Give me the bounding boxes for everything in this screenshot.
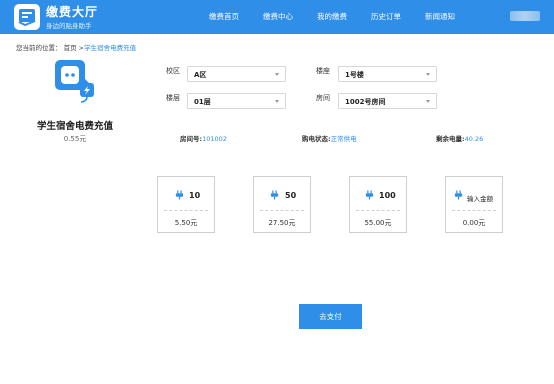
- power-status-value: 正常供电: [330, 135, 357, 143]
- chevron-down-icon: [426, 73, 430, 76]
- chevron-down-icon: [275, 73, 279, 76]
- campus-select-value: A区: [194, 71, 207, 79]
- nav-item-my-payments[interactable]: 我的缴费: [317, 11, 347, 22]
- app-logo[interactable]: [14, 4, 40, 30]
- floor-label: 楼层: [166, 94, 180, 102]
- room-select[interactable]: 1002号房间: [338, 93, 437, 109]
- breadcrumb-prefix: 您当前的位置：: [16, 44, 62, 52]
- breadcrumb-current: 学生宿舍电费充值: [84, 44, 137, 52]
- room-number-value: 101002: [202, 135, 227, 143]
- room-label: 房间: [316, 94, 330, 102]
- pay-button[interactable]: 去支付: [299, 304, 362, 329]
- product-unit-price: 0.55元: [63, 135, 87, 143]
- plug-icon: [365, 190, 374, 200]
- amount-value: 50: [285, 191, 297, 200]
- amount-price: 55.00元: [364, 219, 392, 227]
- amount-price: 5.50元: [174, 219, 198, 227]
- nav-item-news[interactable]: 新闻通知: [425, 11, 455, 22]
- breadcrumb: 您当前的位置： 首页 >学生宿舍电费充值: [16, 42, 136, 52]
- card-divider: [260, 210, 304, 211]
- floor-select-value: 01层: [194, 98, 211, 106]
- chevron-down-icon: [426, 100, 430, 103]
- card-divider: [356, 210, 400, 211]
- room-number-label: 房间号:: [180, 135, 203, 143]
- breadcrumb-home[interactable]: 首页: [64, 44, 77, 52]
- amount-option-card[interactable]: 10 5.50元: [157, 176, 215, 233]
- campus-select[interactable]: A区: [187, 66, 286, 82]
- nav-item-order-history[interactable]: 历史订单: [371, 11, 401, 22]
- amount-price: 0.00元: [462, 219, 486, 227]
- app-title: 缴费大厅: [46, 5, 99, 19]
- building-select-value: 1号楼: [345, 71, 364, 79]
- power-status-info: 购电状态:正常供电: [302, 133, 357, 143]
- app-subtitle: 身边的贴身助手: [46, 22, 92, 30]
- top-header: 缴费大厅 身边的贴身助手 缴费首页 缴费中心 我的缴费 历史订单 新闻通知: [0, 0, 554, 34]
- floor-select[interactable]: 01层: [187, 93, 286, 109]
- nav-item-payment-center[interactable]: 缴费中心: [263, 11, 293, 22]
- amount-option-card[interactable]: 50 27.50元: [253, 176, 311, 233]
- amount-value: 100: [379, 191, 396, 200]
- chevron-down-icon: [275, 100, 279, 103]
- custom-amount-input[interactable]: 输入金额: [467, 193, 493, 203]
- product-title: 学生宿舍电费充值: [36, 121, 113, 132]
- plug-icon: [175, 190, 184, 200]
- wallet-hand-icon: [18, 9, 36, 27]
- building-select[interactable]: 1号楼: [338, 66, 437, 82]
- custom-amount-card[interactable]: 输入金额 0.00元: [445, 176, 503, 233]
- user-account-blurred[interactable]: [510, 11, 540, 21]
- campus-label: 校区: [166, 67, 180, 75]
- building-label: 楼座: [316, 67, 330, 75]
- room-number-info: 房间号:101002: [180, 133, 227, 143]
- power-status-label: 购电状态:: [302, 135, 331, 143]
- card-divider: [452, 210, 496, 211]
- card-divider: [164, 210, 208, 211]
- plug-icon: [454, 190, 463, 200]
- socket-plug-icon: [54, 59, 98, 103]
- remaining-power-info: 剩余电量:40.26: [436, 133, 483, 143]
- remaining-power-label: 剩余电量:: [436, 135, 465, 143]
- remaining-power-value: 40.26: [464, 135, 484, 143]
- amount-price: 27.50元: [268, 219, 296, 227]
- amount-option-card[interactable]: 100 55.00元: [349, 176, 407, 233]
- amount-value: 10: [189, 191, 201, 200]
- room-select-value: 1002号房间: [345, 98, 386, 106]
- plug-icon: [270, 190, 279, 200]
- nav-item-home[interactable]: 缴费首页: [209, 11, 239, 22]
